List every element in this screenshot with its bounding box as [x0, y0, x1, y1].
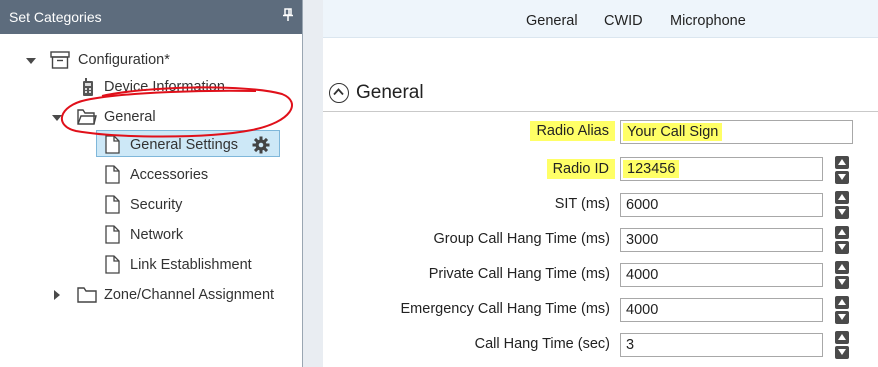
collapse-up-icon[interactable]: [329, 83, 349, 103]
sit-input[interactable]: 6000: [620, 193, 823, 217]
tab-microphone[interactable]: Microphone: [670, 13, 746, 29]
gear-icon[interactable]: [252, 136, 270, 163]
call-hang-time-spinner[interactable]: [835, 331, 849, 359]
document-icon: [105, 195, 120, 223]
call-hang-time-value: 3: [626, 337, 635, 353]
panel-splitter[interactable]: [303, 0, 323, 367]
tree-item-network[interactable]: Network: [0, 222, 300, 248]
expand-down-icon[interactable]: [26, 58, 36, 64]
category-tree: Configuration* Device Information Genera…: [0, 34, 303, 367]
document-icon: [105, 255, 120, 283]
private-call-hang-time-spinner[interactable]: [835, 261, 849, 289]
pin-icon[interactable]: [283, 8, 293, 22]
tree-item-label: Link Establishment: [130, 257, 252, 273]
tree-item-label: Accessories: [130, 167, 209, 183]
tree-item-general[interactable]: General: [0, 104, 300, 130]
decrement-icon[interactable]: [835, 206, 849, 219]
increment-icon[interactable]: [835, 191, 849, 204]
decrement-icon[interactable]: [835, 241, 849, 254]
folder-open-icon: [77, 108, 97, 134]
tree-item-security[interactable]: Security: [0, 192, 300, 218]
increment-icon[interactable]: [835, 331, 849, 344]
tree-item-link-establishment[interactable]: Link Establishment: [0, 252, 300, 278]
tree-item-device-information[interactable]: Device Information: [0, 74, 300, 100]
radio-id-value: 123456: [623, 160, 680, 178]
increment-icon[interactable]: [835, 226, 849, 239]
private-call-hang-time-input[interactable]: 4000: [620, 263, 823, 287]
radio-device-icon: [82, 78, 94, 106]
document-icon: [105, 225, 120, 253]
section-header[interactable]: General: [323, 80, 878, 112]
panel-title: Set Categories: [9, 9, 102, 25]
section-divider: [323, 111, 878, 112]
tree-item-general-settings[interactable]: General Settings: [0, 132, 300, 158]
group-call-hang-time-label: Group Call Hang Time (ms): [433, 231, 610, 247]
increment-icon[interactable]: [835, 156, 849, 169]
document-icon: [105, 165, 120, 193]
tab-cwid[interactable]: CWID: [604, 13, 643, 29]
sit-spinner[interactable]: [835, 191, 849, 219]
tree-item-label: Network: [130, 227, 184, 243]
sit-value: 6000: [626, 197, 659, 213]
tree-item-label: Security: [130, 197, 183, 213]
tree-item-label: Configuration*: [78, 52, 170, 68]
expand-right-icon[interactable]: [54, 290, 60, 300]
folder-icon: [77, 286, 97, 312]
decrement-icon[interactable]: [835, 276, 849, 289]
expand-down-icon[interactable]: [52, 115, 62, 121]
tree-item-accessories[interactable]: Accessories: [0, 162, 300, 188]
sit-label: SIT (ms): [554, 196, 610, 212]
radio-id-label: Radio ID: [546, 159, 615, 179]
call-hang-time-input[interactable]: 3: [620, 333, 823, 357]
section-title: General: [356, 82, 424, 103]
set-categories-panel: Set Categories Configuration* Device Inf…: [0, 0, 303, 367]
group-call-hang-time-input[interactable]: 3000: [620, 228, 823, 252]
panel-header: Set Categories: [0, 0, 303, 34]
tree-item-configuration[interactable]: Configuration*: [0, 47, 300, 73]
tree-item-label: Zone/Channel Assignment: [104, 287, 275, 303]
tree-item-label: General Settings: [130, 137, 239, 153]
tab-general[interactable]: General: [526, 13, 578, 29]
tab-bar: General CWID Microphone: [323, 0, 878, 38]
radio-alias-input[interactable]: Your Call Sign: [620, 120, 853, 144]
increment-icon[interactable]: [835, 261, 849, 274]
decrement-icon[interactable]: [835, 311, 849, 324]
increment-icon[interactable]: [835, 296, 849, 309]
emergency-call-hang-time-label: Emergency Call Hang Time (ms): [400, 301, 611, 317]
tree-item-zone-channel-assignment[interactable]: Zone/Channel Assignment: [0, 282, 300, 308]
radio-id-input[interactable]: 123456: [620, 157, 823, 181]
decrement-icon[interactable]: [835, 171, 849, 184]
call-hang-time-label: Call Hang Time (sec): [474, 336, 610, 352]
radio-id-spinner[interactable]: [835, 156, 849, 184]
group-call-hang-time-spinner[interactable]: [835, 226, 849, 254]
group-call-hang-time-value: 3000: [626, 232, 659, 248]
private-call-hang-time-label: Private Call Hang Time (ms): [428, 266, 610, 282]
radio-alias-label: Radio Alias: [530, 121, 615, 141]
radio-alias-value: Your Call Sign: [623, 123, 723, 141]
emergency-call-hang-time-value: 4000: [626, 302, 659, 318]
private-call-hang-time-value: 4000: [626, 267, 659, 283]
decrement-icon[interactable]: [835, 346, 849, 359]
emergency-call-hang-time-input[interactable]: 4000: [620, 298, 823, 322]
document-icon: [105, 135, 120, 163]
settings-panel: General CWID Microphone General Radio Al…: [323, 0, 878, 367]
emergency-call-hang-time-spinner[interactable]: [835, 296, 849, 324]
tree-item-label: General: [104, 109, 156, 125]
tree-item-label: Device Information: [104, 79, 225, 95]
